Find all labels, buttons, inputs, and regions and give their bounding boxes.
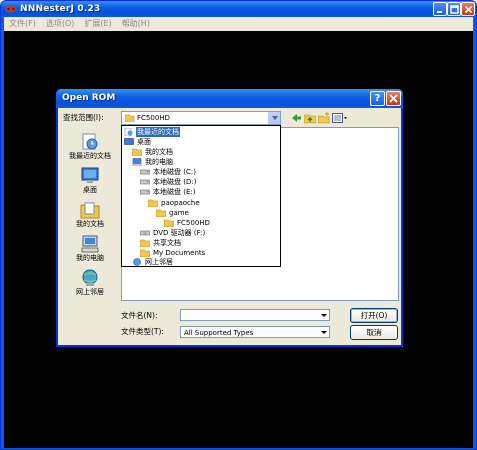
menu-bar: 文件(F) 选项(O) 扩展(E) 帮助(H) xyxy=(4,17,473,31)
option-label: 桌面 xyxy=(137,138,151,146)
maximize-icon xyxy=(450,5,459,14)
option-label: 我的电脑 xyxy=(145,158,173,166)
close-icon xyxy=(464,5,473,14)
my-documents-icon xyxy=(132,148,142,156)
folder-icon xyxy=(140,249,150,257)
place-desktop[interactable]: 桌面 xyxy=(62,167,118,195)
new-folder-icon[interactable] xyxy=(318,112,330,124)
place-label: 网上邻居 xyxy=(76,288,104,296)
dialog-title: Open ROM xyxy=(62,93,116,103)
network-places-icon xyxy=(133,258,141,266)
my-computer-icon xyxy=(81,235,99,253)
drive-icon xyxy=(140,179,150,185)
network-places-icon xyxy=(82,269,98,286)
file-type-select[interactable]: All Supported Types xyxy=(180,326,330,338)
nes-controller-icon xyxy=(5,5,17,13)
chevron-down-icon[interactable] xyxy=(268,112,280,124)
drive-icon xyxy=(140,189,150,195)
file-name-label: 文件名(N): xyxy=(121,311,158,320)
help-button[interactable]: ? xyxy=(370,91,385,106)
menu-file[interactable]: 文件(F) xyxy=(4,17,41,31)
look-in-value: FC500HD xyxy=(137,114,170,122)
option-label: 网上邻居 xyxy=(145,258,173,266)
folder-icon xyxy=(148,199,158,207)
place-my-computer[interactable]: 我的电脑 xyxy=(62,235,118,263)
option-label: FC500HD xyxy=(177,219,210,227)
look-in-combo[interactable]: FC500HD xyxy=(121,111,281,125)
minimize-button[interactable] xyxy=(433,2,447,16)
folder-open-icon xyxy=(164,219,174,227)
place-label: 我的电脑 xyxy=(76,254,104,262)
option-label: 我最近的文档 xyxy=(136,127,180,137)
place-label: 桌面 xyxy=(83,186,97,194)
file-type-label: 文件类型(T): xyxy=(121,327,164,336)
place-network-places[interactable]: 网上邻居 xyxy=(62,269,118,297)
menu-options[interactable]: 选项(O) xyxy=(41,17,80,31)
place-my-documents[interactable]: 我的文档 xyxy=(62,201,118,229)
close-button[interactable] xyxy=(461,2,475,16)
menu-help[interactable]: 帮助(H) xyxy=(117,17,155,31)
place-label: 我的文档 xyxy=(76,220,104,228)
close-icon xyxy=(389,94,398,103)
open-button[interactable]: 打开(O) xyxy=(350,308,398,323)
folder-open-icon xyxy=(125,114,135,122)
recent-documents-icon xyxy=(124,128,133,136)
chevron-down-icon[interactable] xyxy=(319,327,329,337)
app-title-bar[interactable]: NNNesterJ 0.23 xyxy=(1,1,476,17)
cancel-button[interactable]: 取消 xyxy=(350,325,398,340)
place-recent-documents[interactable]: 我最近的文档 xyxy=(62,133,118,161)
my-documents-icon xyxy=(80,202,100,219)
file-type-value: All Supported Types xyxy=(184,329,254,337)
recent-documents-icon xyxy=(82,133,98,150)
desktop-icon xyxy=(124,138,134,145)
option-label: 我的文档 xyxy=(145,148,173,156)
option-label: 共享文档 xyxy=(153,239,181,247)
menu-extensions[interactable]: 扩展(E) xyxy=(79,17,116,31)
open-rom-dialog: Open ROM ? 查找范围(I): FC500HD 我最近的文档 桌面 我的… xyxy=(56,89,403,347)
up-folder-icon[interactable] xyxy=(304,112,316,124)
my-computer-icon xyxy=(132,158,142,166)
dvd-icon xyxy=(140,230,150,236)
option-label: paopaoche xyxy=(161,199,200,207)
option-label: 本地磁盘 (D:) xyxy=(153,178,197,186)
desktop-icon xyxy=(81,167,99,183)
app-title: NNNesterJ 0.23 xyxy=(20,4,101,14)
option-label: 本地磁盘 (E:) xyxy=(153,188,196,196)
look-in-label: 查找范围(I): xyxy=(63,113,104,122)
file-name-input[interactable] xyxy=(180,309,330,321)
option-label: 本地磁盘 (C:) xyxy=(153,168,196,176)
maximize-button[interactable] xyxy=(447,2,461,16)
places-bar: 我最近的文档 桌面 我的文档 我的电脑 网上邻居 xyxy=(62,127,118,301)
drive-icon xyxy=(140,169,150,175)
place-label: 我最近的文档 xyxy=(69,152,111,160)
look-in-dropdown: 我最近的文档 桌面 我的文档 我的电脑 本地磁盘 (C:) 本地磁盘 (D:) … xyxy=(121,125,281,267)
back-icon[interactable] xyxy=(290,112,302,124)
view-menu-icon[interactable] xyxy=(332,112,348,124)
dialog-close-button[interactable] xyxy=(386,91,401,106)
dialog-title-bar[interactable]: Open ROM ? xyxy=(56,89,403,108)
chevron-down-icon[interactable] xyxy=(319,310,329,320)
minimize-icon xyxy=(437,11,442,13)
folder-icon xyxy=(140,239,150,247)
option-label: DVD 驱动器 (F:) xyxy=(153,229,206,237)
option-label: game xyxy=(169,209,189,217)
folder-icon xyxy=(156,209,166,217)
